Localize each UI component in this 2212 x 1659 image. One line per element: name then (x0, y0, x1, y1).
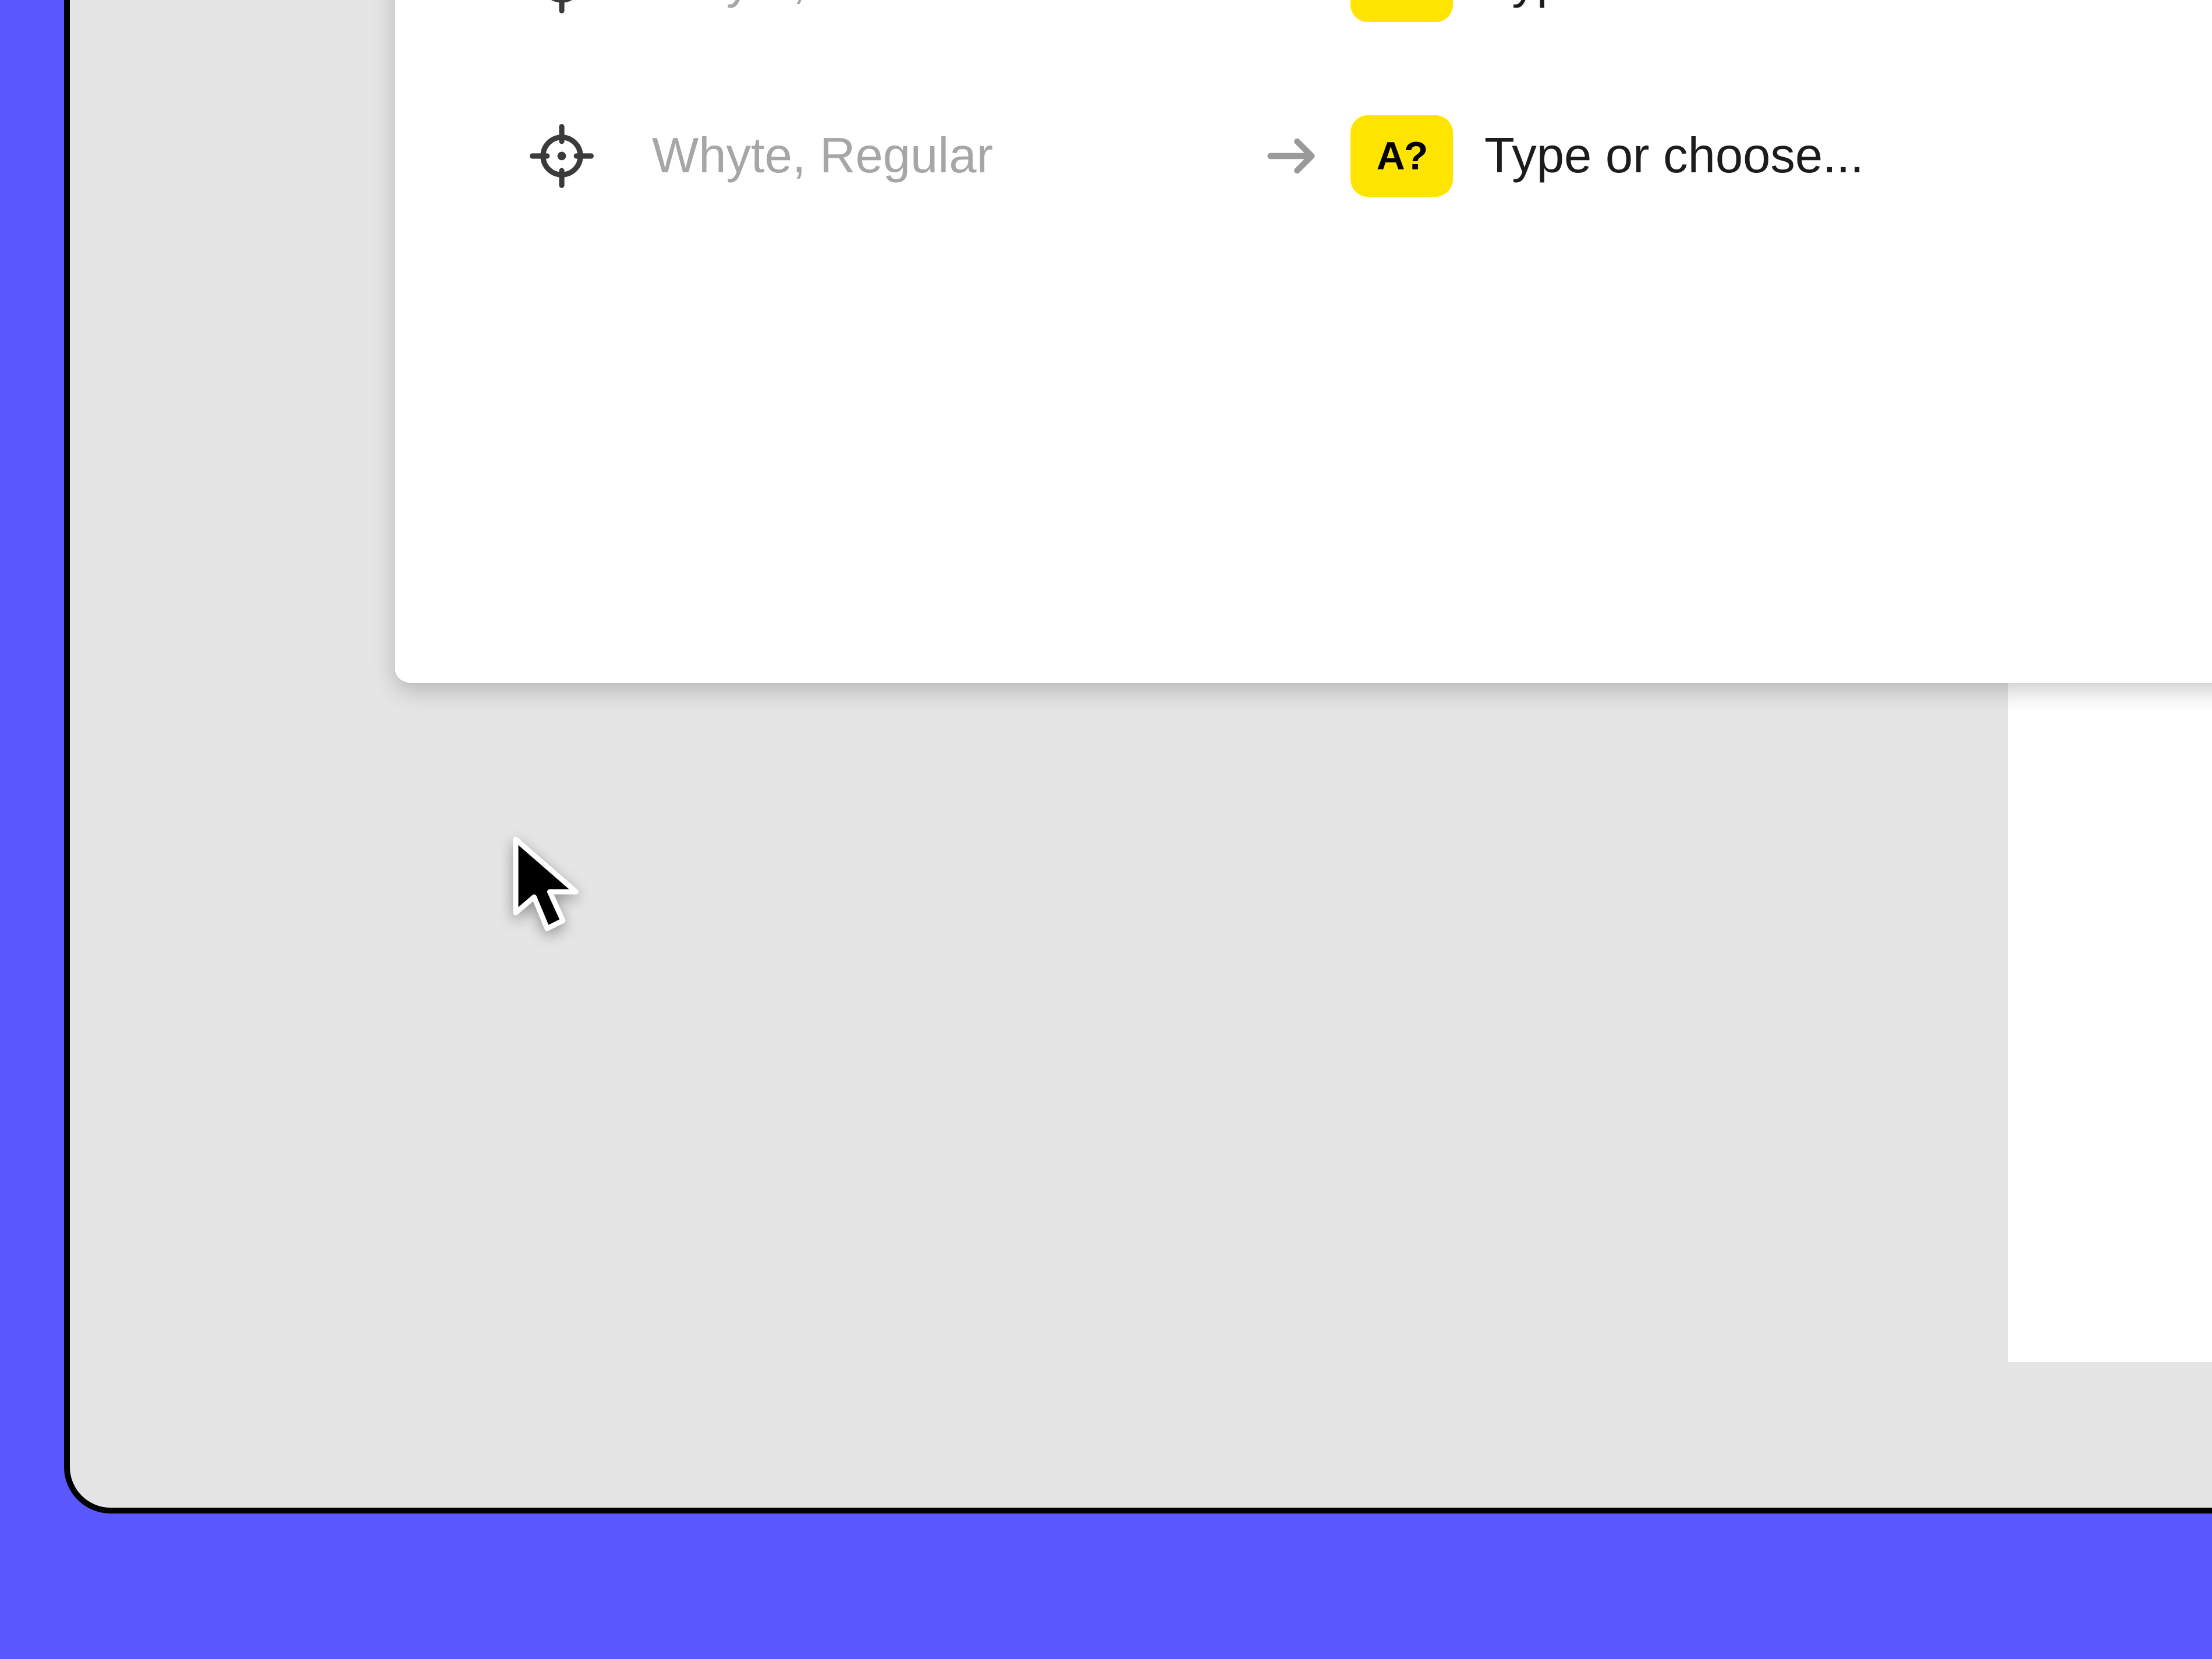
locate-button[interactable] (530, 124, 652, 188)
font-row: Whyte, Medium A? Type or choose... (395, 0, 2212, 69)
missing-font-name: Whyte, Medium (652, 0, 1234, 10)
arrow-icon (1234, 0, 1350, 10)
missing-font-name: Whyte, Regular (652, 127, 1234, 185)
missing-font-icon: A? (1350, 0, 1453, 22)
missing-font-badge: A? (1350, 115, 1484, 197)
missing-font-badge: A? (1350, 0, 1484, 22)
missing-fonts-modal: Missing Font Replacement Whyte, Bold (395, 0, 2212, 683)
crosshair-icon (530, 124, 594, 188)
crosshair-icon (530, 0, 594, 13)
replacement-input[interactable]: Type or choose... (1484, 127, 1864, 185)
arrow-icon (1234, 127, 1350, 185)
font-rows: Whyte, Bold A? Type or choose... (395, 0, 2212, 243)
canvas-area (2008, 664, 2212, 1362)
replacement-input[interactable]: Type or choose... (1484, 0, 1864, 10)
missing-font-icon: A? (1350, 115, 1453, 197)
locate-button[interactable] (530, 0, 652, 13)
app-window: Missing Font Replacement Whyte, Bold (64, 0, 2212, 1513)
font-row: Whyte, Regular A? Type or choose... (395, 69, 2212, 243)
